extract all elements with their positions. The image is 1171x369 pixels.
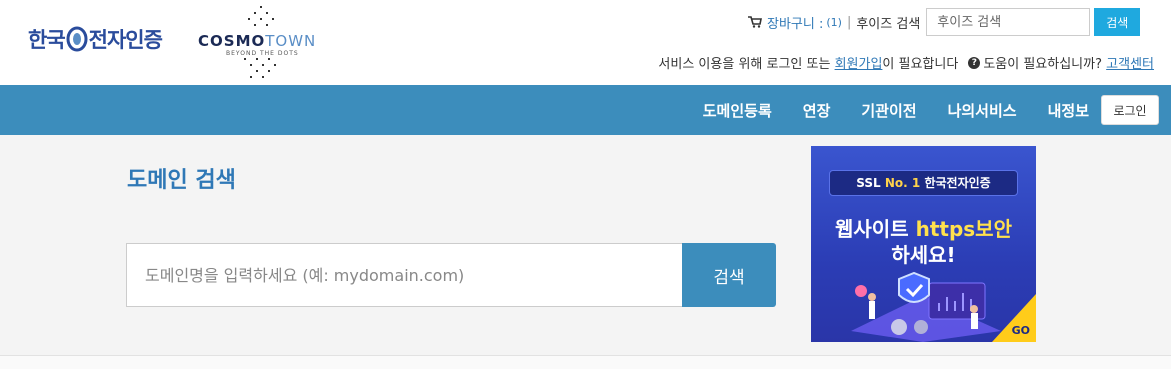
nav-my-services[interactable]: 나의서비스 (948, 100, 1017, 121)
banner-pill: SSL No. 1 한국전자인증 (829, 170, 1018, 196)
cart-icon (748, 16, 762, 28)
help-text: 도움이 필요하십니까? (983, 57, 1103, 72)
separator: | (846, 14, 852, 30)
ssl-promo-banner[interactable]: SSL No. 1 한국전자인증 웹사이트 https보안 하세요! GO (811, 146, 1036, 342)
banner-pill-suffix: 한국전자인증 (924, 176, 991, 190)
whois-label: 후이즈 검색 (856, 16, 921, 32)
cart-label: 장바구니 : (767, 16, 824, 32)
banner-headline-part2: 보안 (975, 217, 1012, 241)
help-question-icon: ? (968, 56, 981, 69)
customer-center-link[interactable]: 고객센터 (1106, 53, 1154, 72)
whois-search-button[interactable]: 검색 (1094, 8, 1141, 36)
logo-text-part2: 전자인증 (88, 28, 163, 52)
banner-headline-highlight: https (915, 217, 976, 241)
cart-link[interactable]: 장바구니 : (1) (748, 13, 842, 32)
cosmotown-wordmark-cosmo: COSMO (198, 32, 266, 50)
cosmotown-tagline: BEYOND THE DOTS (226, 50, 299, 57)
nav-renew[interactable]: 연장 (803, 100, 831, 121)
domain-search-input[interactable] (126, 243, 683, 307)
korea-certificate-logo[interactable]: 한국 전자인증 (28, 22, 163, 56)
cosmotown-logo[interactable]: COSMOTOWN BEYOND THE DOTS (198, 4, 328, 82)
banner-go-label[interactable]: GO (1012, 324, 1030, 337)
login-notice: 서비스 이용을 위해 로그인 또는 회원가입 이 필요합니다 ? 도움이 필요하십… (658, 53, 1154, 72)
page-title: 도메인 검색 (127, 168, 236, 193)
main-nav: 도메인등록 연장 기관이전 나의서비스 내정보 (672, 85, 1089, 135)
footer-strip (0, 356, 1171, 369)
whois-search-input[interactable] (926, 8, 1091, 36)
login-button[interactable]: 로그인 (1101, 95, 1159, 125)
banner-headline-part1: 웹사이트 (835, 217, 909, 241)
site-header: 한국 전자인증 COSMOTOWN BEYOND THE DOTS 장바구니:… (0, 0, 1171, 85)
nav-domain-register[interactable]: 도메인등록 (703, 100, 772, 121)
nav-my-info[interactable]: 내정보 (1048, 100, 1089, 121)
signup-link[interactable]: 회원가입 (835, 53, 883, 72)
cart-count: (1) (826, 15, 842, 29)
main-nav-bar: 도메인등록 연장 기관이전 나의서비스 내정보 로그인 (0, 85, 1171, 135)
top-utility-bar: 장바구니 : (1) | 후이즈 검색 검색 (748, 8, 1141, 36)
banner-security-illustration (851, 271, 1001, 342)
nav-transfer[interactable]: 기관이전 (861, 100, 916, 121)
banner-pill-prefix: SSL (856, 176, 881, 190)
notice-text-after: 이 필요합니다 (882, 57, 959, 72)
banner-pill-no1: No. 1 (884, 176, 921, 190)
notice-text-before: 서비스 이용을 위해 로그인 또는 (658, 57, 831, 72)
domain-search-button[interactable]: 검색 (682, 243, 776, 307)
logo-globe-icon (66, 26, 88, 52)
logo-text-part1: 한국 (28, 28, 66, 52)
cosmotown-wordmark-town: TOWN (265, 32, 317, 50)
cosmotown-wordmark: COSMOTOWN (198, 32, 316, 50)
